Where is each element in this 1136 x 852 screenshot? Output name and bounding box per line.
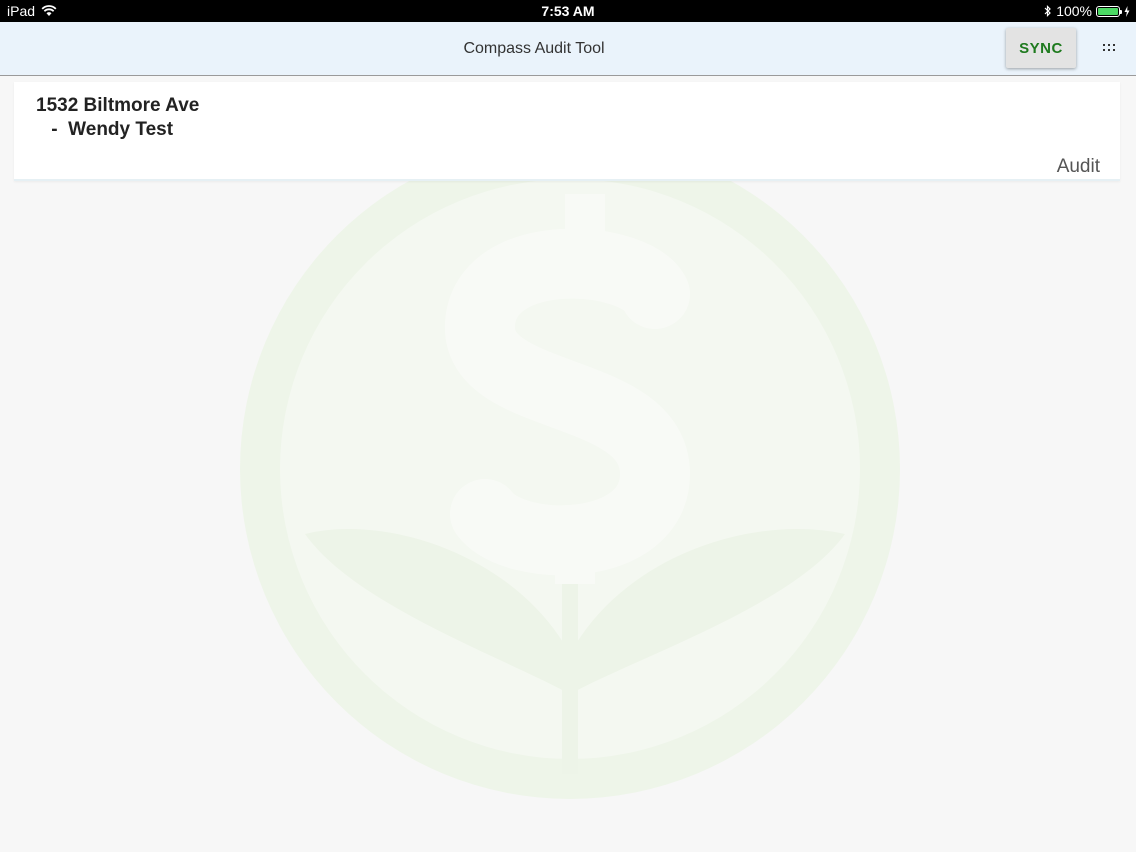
app-title: Compass Audit Tool	[463, 40, 605, 57]
battery-fill	[1098, 7, 1118, 15]
item-name: - Wendy Test	[46, 119, 174, 140]
list-item[interactable]: 1532 Biltmore Ave - Wendy Test Audit	[14, 82, 1120, 181]
charging-icon	[1124, 5, 1130, 17]
bluetooth-icon	[1044, 5, 1052, 17]
item-address: 1532 Biltmore Ave	[36, 95, 200, 116]
main-content: 1532 Biltmore Ave - Wendy Test Audit	[0, 76, 1136, 852]
sync-button[interactable]: SYNC	[1006, 28, 1076, 68]
status-right: 100%	[1044, 3, 1130, 19]
status-bar: iPad 7:53 AM 100%	[0, 0, 1136, 22]
audit-button[interactable]: Audit	[1057, 156, 1100, 178]
status-time: 7:53 AM	[541, 3, 595, 19]
app-bar: Compass Audit Tool SYNC	[0, 22, 1136, 76]
more-dots-icon[interactable]	[1100, 39, 1118, 57]
dollar-plant-logo-icon	[240, 139, 900, 799]
battery-percent: 100%	[1056, 3, 1092, 19]
battery-icon	[1096, 5, 1122, 17]
